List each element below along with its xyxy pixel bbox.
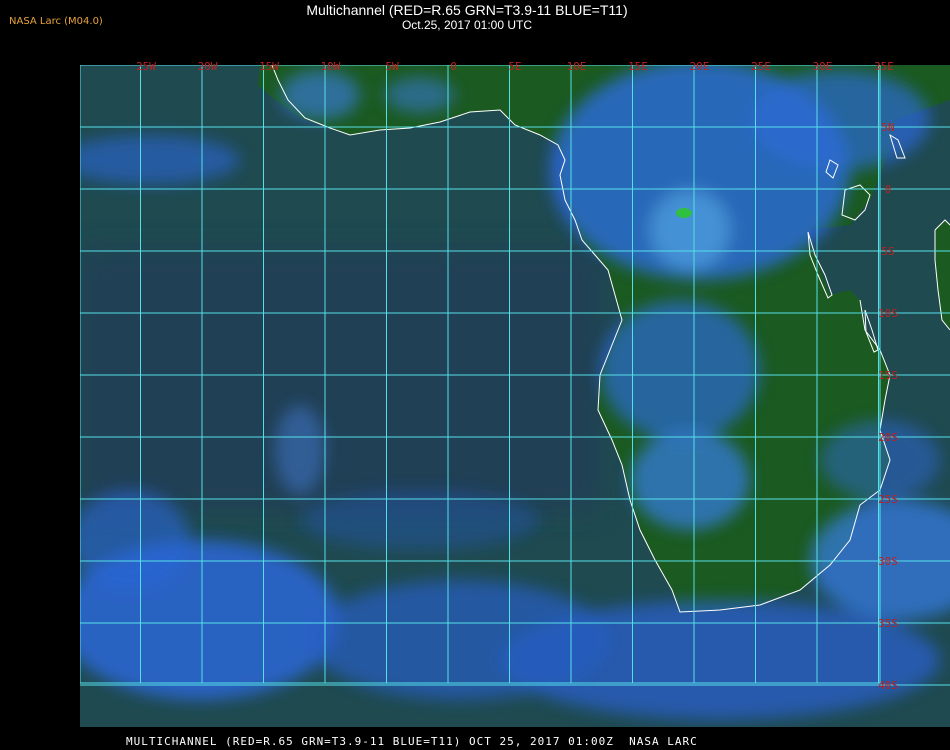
- convective-cell: [676, 208, 692, 218]
- latitude-label: 5N: [881, 121, 894, 134]
- longitude-label: 5E: [508, 60, 521, 73]
- latitude-label: 20S: [878, 431, 898, 444]
- cloud-cluster: [630, 430, 750, 530]
- longitude-label: 25E: [751, 60, 771, 73]
- longitude-label: 10E: [567, 60, 587, 73]
- cloud-cluster: [650, 190, 730, 270]
- longitude-label: 35E: [874, 60, 894, 73]
- cloud-cluster: [280, 70, 360, 120]
- cloud-cluster: [275, 405, 325, 495]
- latitude-label: 0: [885, 183, 892, 196]
- latitude-label: 25S: [878, 493, 898, 506]
- footer-caption: MULTICHANNEL (RED=R.65 GRN=T3.9-11 BLUE=…: [126, 735, 698, 748]
- longitude-label: 30E: [813, 60, 833, 73]
- longitude-label: 15W: [259, 60, 279, 73]
- longitude-label: 15E: [628, 60, 648, 73]
- latitude-label: 35S: [878, 617, 898, 630]
- longitude-label: 25W: [136, 60, 156, 73]
- latitude-label: 15S: [878, 369, 898, 382]
- longitude-label: 5W: [385, 60, 399, 73]
- cloud-cluster: [600, 300, 760, 440]
- longitude-label: 10W: [321, 60, 341, 73]
- latitude-label: 40S: [878, 679, 898, 692]
- cloud-cluster: [80, 490, 190, 590]
- latitude-label: 10S: [878, 307, 898, 320]
- longitude-label: 20W: [198, 60, 218, 73]
- cloud-cluster: [80, 135, 240, 185]
- longitude-label: 0: [450, 60, 457, 73]
- latitude-label: 5S: [881, 245, 894, 258]
- ocean-band: [80, 250, 600, 510]
- satellite-map: 25W 20W 15W 10W 5W 0 5E 10E 15E 20E 25E 30E 35E 5N 0 5S…: [80, 60, 950, 727]
- cloud-cluster: [750, 70, 930, 170]
- cloud-cluster: [385, 77, 455, 113]
- cloud-cluster: [500, 600, 940, 720]
- latitude-label: 30S: [878, 555, 898, 568]
- longitude-label: 20E: [690, 60, 710, 73]
